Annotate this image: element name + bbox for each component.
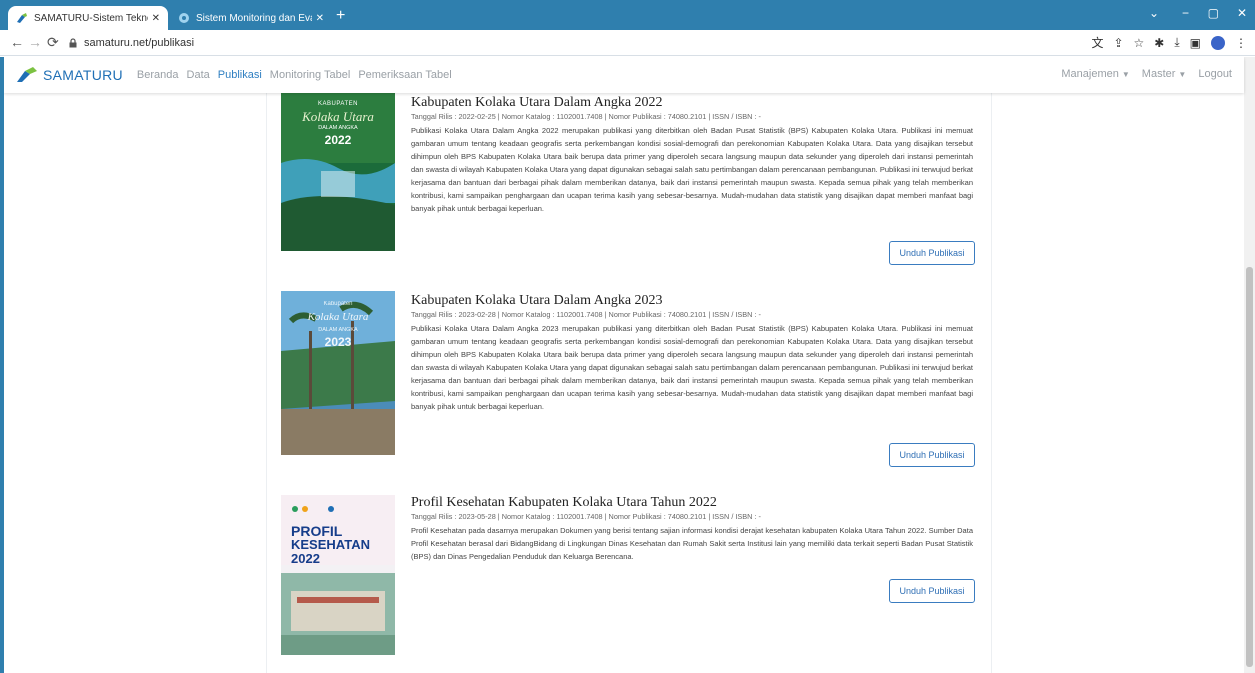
- nav-publikasi[interactable]: Publikasi: [218, 69, 262, 81]
- publication-info: Kabupaten Kolaka Utara Dalam Angka 2023 …: [411, 293, 973, 413]
- forward-arrow-icon[interactable]: →: [28, 34, 42, 50]
- publication-meta: Tanggal Rilis : 2023-05-28 | Nomor Katal…: [411, 512, 761, 521]
- cover-line: KESEHATAN: [291, 537, 370, 552]
- nav-pemeriksaan-tabel[interactable]: Pemeriksaan Tabel: [358, 69, 451, 81]
- publication-meta: Tanggal Rilis : 2022-02-25 | Nomor Katal…: [411, 112, 761, 121]
- app-navbar: SAMATURU Beranda Data Publikasi Monitori…: [4, 57, 1244, 93]
- nav-master-label: Master: [1141, 68, 1176, 80]
- browser-toolbar: ← → ⟳ samaturu.net/publikasi 文 ⇪ ☆ ✱ ⤓ ▣…: [0, 30, 1255, 56]
- caret-down-icon: ▼: [1121, 70, 1130, 79]
- cover-line: 2023: [324, 335, 352, 349]
- cover-line: DALAM ANGKA: [318, 327, 358, 333]
- publication-description: Publikasi Kolaka Utara Dalam Angka 2022 …: [411, 126, 973, 213]
- publication-description: Profil Kesehatan pada dasarnya merupakan…: [411, 526, 973, 561]
- publication-info: Kabupaten Kolaka Utara Dalam Angka 2022 …: [411, 95, 973, 215]
- reload-icon[interactable]: ⟳: [47, 34, 59, 51]
- browser-tab-monitoring[interactable]: Sistem Monitoring dan Evaluasi ✕: [170, 6, 332, 30]
- side-panel-icon[interactable]: ▣: [1190, 36, 1201, 50]
- publication-description: Publikasi Kolaka Utara Dalam Angka 2023 …: [411, 324, 973, 411]
- menu-kebab-icon[interactable]: ⋮: [1235, 36, 1247, 50]
- address-bar[interactable]: samaturu.net/publikasi: [68, 33, 1068, 53]
- download-icon[interactable]: ⤓: [1174, 35, 1179, 50]
- url-text: samaturu.net/publikasi: [84, 37, 195, 49]
- tab-search-icon[interactable]: ⌄: [1149, 6, 1159, 20]
- bookmark-star-icon[interactable]: ☆: [1134, 36, 1145, 50]
- publication-meta: Tanggal Rilis : 2023-02-28 | Nomor Katal…: [411, 310, 761, 319]
- extensions-icon[interactable]: ✱: [1154, 36, 1164, 50]
- nav-logout[interactable]: Logout: [1198, 68, 1232, 80]
- publication-cover-image[interactable]: Kabupaten Kolaka Utara DALAM ANGKA 2023: [281, 291, 395, 455]
- back-arrow-icon[interactable]: ←: [10, 34, 24, 50]
- publication-item: PROFIL KESEHATAN 2022 Profil Kesehatan K…: [281, 495, 975, 673]
- unduh-publikasi-button[interactable]: Unduh Publikasi: [889, 579, 975, 603]
- nav-manajemen[interactable]: Manajemen ▼: [1061, 68, 1129, 80]
- brand-name: SAMATURU: [43, 67, 123, 83]
- publication-info: Profil Kesehatan Kabupaten Kolaka Utara …: [411, 495, 973, 563]
- new-tab-button[interactable]: +: [336, 8, 345, 24]
- globe-icon: [178, 12, 190, 24]
- maximize-icon[interactable]: ▢: [1208, 6, 1219, 20]
- unduh-publikasi-button[interactable]: Unduh Publikasi: [889, 241, 975, 265]
- scrollbar-thumb[interactable]: [1246, 267, 1253, 667]
- nav-master[interactable]: Master ▼: [1142, 68, 1187, 80]
- right-nav: Manajemen ▼ Master ▼ Logout: [1061, 68, 1232, 80]
- close-tab-icon[interactable]: ✕: [316, 13, 324, 24]
- publication-title[interactable]: Profil Kesehatan Kabupaten Kolaka Utara …: [411, 495, 973, 511]
- page-scrollbar[interactable]: [1244, 57, 1255, 673]
- cover-line: 2022: [291, 551, 320, 566]
- lock-icon: [69, 38, 77, 48]
- publication-list: KABUPATEN Kolaka Utara DALAM ANGKA 2022 …: [266, 57, 992, 673]
- publication-item: KABUPATEN Kolaka Utara DALAM ANGKA 2022 …: [281, 93, 975, 275]
- browser-tab-title: Sistem Monitoring dan Evaluasi: [196, 12, 312, 24]
- close-window-icon[interactable]: ✕: [1237, 6, 1247, 20]
- translate-icon[interactable]: 文: [1091, 34, 1103, 51]
- publication-cover-image[interactable]: KABUPATEN Kolaka Utara DALAM ANGKA 2022: [281, 93, 395, 251]
- unduh-publikasi-button[interactable]: Unduh Publikasi: [889, 443, 975, 467]
- minimize-icon[interactable]: −: [1182, 6, 1189, 20]
- cover-line: KABUPATEN: [318, 101, 358, 107]
- browser-tab-title: SAMATURU-Sistem Teknologi Pe: [34, 12, 148, 24]
- browser-tab-samaturu[interactable]: SAMATURU-Sistem Teknologi Pe ✕: [8, 6, 168, 30]
- publication-item: Kabupaten Kolaka Utara DALAM ANGKA 2023 …: [281, 291, 975, 483]
- nav-monitoring-tabel[interactable]: Monitoring Tabel: [270, 69, 351, 81]
- profile-avatar[interactable]: [1211, 35, 1225, 50]
- samaturu-favicon-icon: [16, 12, 28, 24]
- cover-line: Kolaka Utara: [307, 311, 369, 323]
- publication-cover-image[interactable]: PROFIL KESEHATAN 2022: [281, 495, 395, 655]
- samaturu-logo-icon: [17, 67, 37, 82]
- cover-line: Kabupaten: [323, 301, 353, 307]
- cover-line: Kolaka Utara: [302, 109, 374, 124]
- publication-title[interactable]: Kabupaten Kolaka Utara Dalam Angka 2022: [411, 95, 973, 111]
- publication-title[interactable]: Kabupaten Kolaka Utara Dalam Angka 2023: [411, 293, 973, 309]
- close-tab-icon[interactable]: ✕: [152, 13, 160, 24]
- page-viewport: SAMATURU Beranda Data Publikasi Monitori…: [0, 57, 1255, 673]
- brand-logo[interactable]: SAMATURU: [16, 67, 123, 83]
- main-nav: Beranda Data Publikasi Monitoring Tabel …: [137, 69, 452, 81]
- nav-manajemen-label: Manajemen: [1061, 68, 1119, 80]
- browser-tab-strip: SAMATURU-Sistem Teknologi Pe ✕ Sistem Mo…: [0, 0, 1255, 30]
- nav-data[interactable]: Data: [187, 69, 210, 81]
- toolbar-icons: 文 ⇪ ☆ ✱ ⤓ ▣ ⋮: [1091, 34, 1247, 51]
- cover-line: DALAM ANGKA: [318, 125, 358, 131]
- share-icon[interactable]: ⇪: [1113, 36, 1123, 50]
- cover-line: 2022: [324, 133, 352, 147]
- nav-beranda[interactable]: Beranda: [137, 69, 179, 81]
- caret-down-icon: ▼: [1178, 70, 1187, 79]
